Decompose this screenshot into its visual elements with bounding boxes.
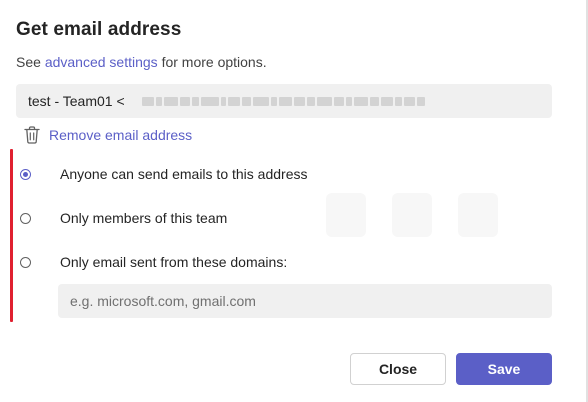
radio-domains[interactable] (20, 256, 31, 268)
option-team-members[interactable]: Only members of this team (20, 208, 227, 228)
radio-anyone[interactable] (20, 168, 31, 180)
option-anyone[interactable]: Anyone can send emails to this address (20, 164, 307, 184)
option-domains[interactable]: Only email sent from these domains: (20, 252, 287, 272)
dialog-subtitle: See advanced settings for more options. (16, 54, 267, 70)
email-address-field[interactable]: test - Team01 < (16, 84, 552, 118)
dialog-title: Get email address (16, 19, 182, 40)
save-button[interactable]: Save (456, 353, 552, 385)
get-email-dialog: Get email address See advanced settings … (0, 0, 588, 402)
option-team-members-label: Only members of this team (60, 210, 228, 226)
redacted-email-address (142, 95, 425, 107)
remove-email-button[interactable]: Remove email address (24, 125, 192, 145)
background-placeholder (392, 193, 432, 237)
subtitle-suffix: for more options. (161, 54, 267, 70)
option-domains-label: Only email sent from these domains: (60, 254, 288, 270)
trash-icon (24, 126, 40, 144)
background-placeholder (326, 193, 366, 237)
close-button[interactable]: Close (350, 353, 446, 385)
advanced-settings-link[interactable]: advanced settings (45, 54, 158, 70)
email-address-text: test - Team01 < (28, 93, 125, 109)
background-placeholder (458, 193, 498, 237)
radio-team-members[interactable] (20, 212, 31, 224)
option-anyone-label: Anyone can send emails to this address (60, 166, 308, 182)
remove-email-label: Remove email address (49, 127, 193, 143)
domains-input[interactable] (58, 284, 552, 318)
validation-indicator (10, 149, 13, 322)
subtitle-prefix: See (16, 54, 41, 70)
